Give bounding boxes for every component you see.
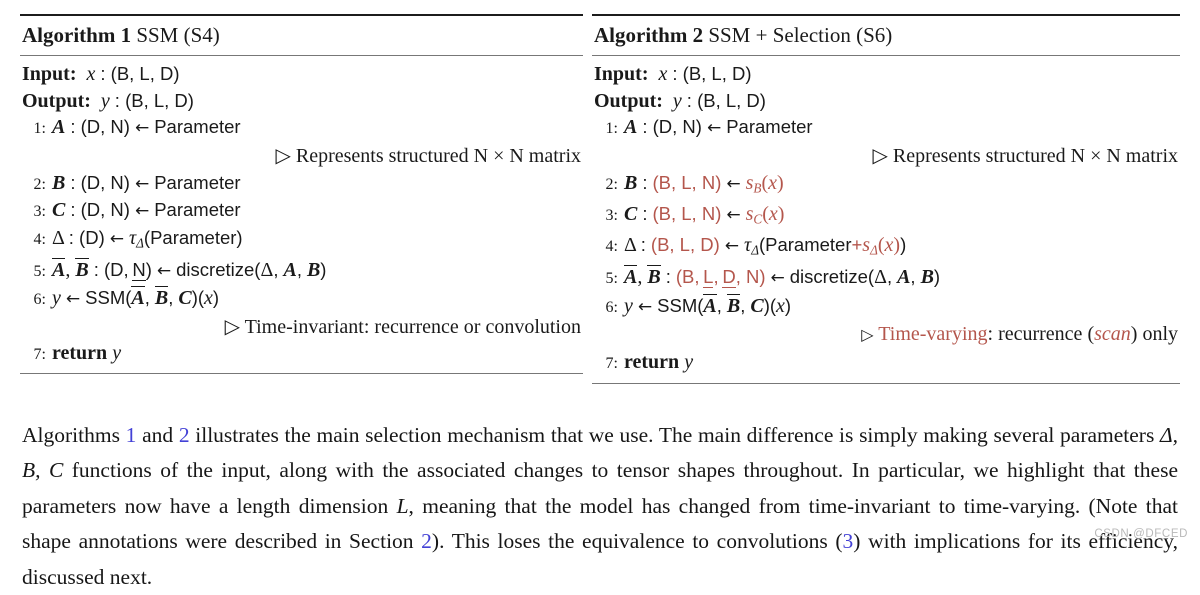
algorithm-2-body: Input: x : (B, L, D) Output: y : (B, L, … (592, 56, 1180, 377)
algorithm-2-title-rest: SSM + Selection (S6) (708, 23, 892, 47)
algorithm-1-body: Input: x : (B, L, D) Output: y : (B, L, … (20, 56, 583, 367)
algorithm-1-step-5: 5: A, B : (D, N) ← discretize(Δ, A, B) (20, 256, 583, 285)
algorithm-2-bottom-rule (592, 383, 1180, 384)
algorithm-1-step-7: 7: return y (20, 341, 583, 368)
algorithm-comparison: Algorithm 1 SSM (S4) Input: x : (B, L, D… (0, 0, 1200, 384)
step-number: 4: (592, 234, 624, 260)
algorithm-2-step-2: 2: B : (B, L, N) ← sB(x) (592, 170, 1180, 201)
step-number: 7: (20, 342, 52, 368)
algorithm-1-step-1: 1: A : (D, N) ← Parameter (20, 114, 583, 142)
algorithm-1-input-label: Input: (22, 63, 76, 85)
step-number: 3: (20, 199, 52, 225)
algorithm-1-step-4: 4: Δ : (D) ← τΔ(Parameter) (20, 225, 583, 256)
step-number: 7: (592, 351, 624, 377)
time-varying-text: Time-varying (878, 323, 987, 345)
algorithm-2-input-label: Input: (594, 63, 648, 85)
algorithm-1-input-line: Input: x : (B, L, D) (20, 61, 583, 88)
algorithm-1-step-3: 3: C : (D, N) ← Parameter (20, 197, 583, 225)
algorithm-2-step-7: 7: return y (592, 350, 1180, 377)
algorithm-1-output-label: Output: (22, 90, 91, 112)
algorithm-2-output-line: Output: y : (B, L, D) (592, 88, 1180, 115)
algorithm-2-title: Algorithm 2 SSM + Selection (S6) (592, 16, 1180, 53)
csdn-watermark: CSDN @DFCED (1094, 528, 1188, 540)
algorithm-2-reference-link[interactable]: 2 (179, 423, 190, 447)
para-seg-2: and (136, 423, 178, 447)
algorithm-2-output-label: Output: (594, 90, 663, 112)
comment-triangle-icon: ▷ (861, 327, 873, 344)
step-number: 2: (592, 172, 624, 198)
para-seg-3: illustrates the main selection mechanism… (190, 423, 1160, 447)
para-math-l: L (397, 494, 409, 518)
step-number: 1: (20, 116, 52, 142)
scan-text: scan (1094, 323, 1131, 345)
algorithm-2-step-4: 4: Δ : (B, L, D) ← τΔ(Parameter+sΔ(x)) (592, 232, 1180, 263)
step-number: 5: (592, 266, 624, 292)
step-number: 5: (20, 259, 52, 285)
algorithm-1-bottom-rule (20, 373, 583, 374)
equation-3-reference-link[interactable]: 3 (843, 529, 854, 553)
algorithm-2-return-label: return (624, 351, 679, 373)
step-number: 1: (592, 116, 624, 142)
algorithm-2-input-line: Input: x : (B, L, D) (592, 61, 1180, 88)
document-page: Algorithm 1 SSM (S4) Input: x : (B, L, D… (0, 0, 1200, 551)
body-paragraph: Algorithms 1 and 2 illustrates the main … (22, 418, 1178, 595)
step-number: 6: (592, 295, 624, 321)
comment-tail-text: ) only (1131, 323, 1178, 345)
algorithm-1-return-label: return (52, 342, 107, 364)
algorithm-2-step-3: 3: C : (B, L, N) ← sC(x) (592, 201, 1180, 232)
step-number: 4: (20, 227, 52, 253)
algorithm-1-block: Algorithm 1 SSM (S4) Input: x : (B, L, D… (0, 0, 585, 384)
algorithm-1-comment-structured: ▷ Represents structured N × N matrix (20, 142, 583, 170)
algorithm-2-step-5: 5: A, B : (B, L, D, N) ← discretize(Δ, A… (592, 263, 1180, 292)
step-number: 3: (592, 203, 624, 229)
algorithm-2-comment-structured: ▷ Represents structured N × N matrix (592, 142, 1180, 170)
algorithm-1-comment-time-invariant: ▷ Time-invariant: recurrence or convolut… (20, 313, 583, 341)
algorithm-2-step-1: 1: A : (D, N) ← Parameter (592, 114, 1180, 142)
algorithm-2-comment-time-varying: ▷ Time-varying: recurrence (scan) only (592, 320, 1180, 350)
para-seg-1: Algorithms (22, 423, 126, 447)
step-number: 2: (20, 172, 52, 198)
step-number: 6: (20, 287, 52, 313)
algorithm-1-reference-link[interactable]: 1 (126, 423, 137, 447)
algorithm-1-step-2: 2: B : (D, N) ← Parameter (20, 170, 583, 198)
algorithm-1-output-line: Output: y : (B, L, D) (20, 88, 583, 115)
algorithm-2-step-6: 6: y ← SSM(A, B, C)(x) (592, 292, 1180, 321)
algorithm-2-title-label: Algorithm 2 (594, 23, 703, 47)
section-2-reference-link[interactable]: 2 (421, 529, 432, 553)
algorithm-2-block: Algorithm 2 SSM + Selection (S6) Input: … (585, 0, 1200, 384)
algorithm-1-title-label: Algorithm 1 (22, 23, 131, 47)
comment-mid-text: : recurrence ( (988, 323, 1095, 345)
algorithm-1-step-6: 6: y ← SSM(A, B, C)(x) (20, 284, 583, 313)
para-seg-6: ). This loses the equivalence to convolu… (432, 529, 843, 553)
algorithm-1-title-rest: SSM (S4) (136, 23, 219, 47)
algorithm-1-title: Algorithm 1 SSM (S4) (20, 16, 583, 53)
